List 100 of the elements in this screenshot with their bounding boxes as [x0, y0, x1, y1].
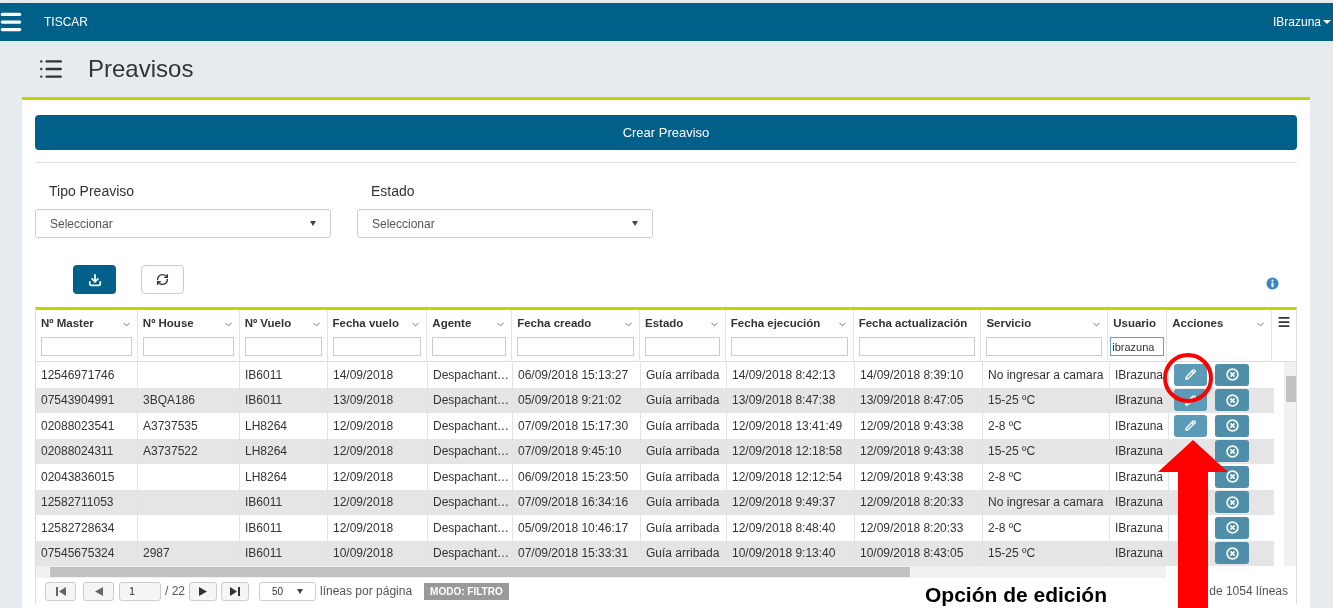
annotation-label: Opción de edición	[925, 582, 1108, 608]
table-cell-text: LH8264	[245, 417, 288, 435]
table-cell-text: 02088023541	[41, 417, 115, 435]
table-cell-text: 12/09/2018	[333, 519, 394, 537]
table-cell-text: 07543904991	[41, 392, 115, 410]
column-header[interactable]: Agente	[432, 315, 472, 333]
table-cell-text: IBrazuna	[1115, 468, 1164, 486]
filter-field[interactable]	[41, 337, 132, 356]
create-button[interactable]: Crear Preaviso	[35, 115, 1297, 150]
table-cell-text: Despachant…	[433, 417, 510, 435]
table-cell-text: 13/09/2018 8:47:38	[732, 392, 836, 410]
page-title: Preavisos	[88, 54, 194, 84]
table-cell-text: 2-8 ºC	[988, 468, 1022, 486]
download-button[interactable]	[73, 265, 116, 294]
last-page-button[interactable]	[221, 581, 249, 601]
pencil-icon	[1185, 420, 1196, 432]
table-cell-text: 2-8 ºC	[988, 519, 1022, 537]
table-cell-text: 12546971746	[41, 366, 115, 384]
filter-field[interactable]	[517, 337, 634, 356]
horizontal-scrollbar[interactable]	[36, 566, 1166, 578]
delete-button[interactable]	[1215, 440, 1249, 463]
caret-icon	[1323, 20, 1331, 24]
column-header[interactable]: Acciones	[1172, 315, 1224, 333]
table-cell-text: 12/09/2018	[333, 443, 394, 461]
edit-button[interactable]	[1174, 414, 1207, 437]
table-cell-text: 13/09/2018	[333, 392, 394, 410]
menu-icon[interactable]	[1277, 315, 1291, 329]
table-cell-text: IBrazuna	[1115, 545, 1164, 563]
table-cell-text: 10/09/2018	[333, 545, 394, 563]
table-cell-text: Despachant…	[433, 519, 510, 537]
page-count: / 22	[165, 583, 185, 600]
app-title[interactable]: TISCAR	[44, 13, 88, 31]
column-header[interactable]: Fecha ejecución	[730, 315, 821, 333]
column-header[interactable]: Servicio	[986, 315, 1032, 333]
table-cell-text: Despachant…	[433, 443, 510, 461]
info-icon[interactable]	[1264, 275, 1281, 292]
table-cell-text: IB6011	[245, 366, 283, 384]
filter-field[interactable]	[730, 337, 848, 356]
filter-field[interactable]	[645, 337, 720, 356]
column-header[interactable]: Fecha creado	[517, 315, 592, 333]
column-header[interactable]: Estado	[645, 315, 684, 333]
column-header[interactable]: Nº Master	[41, 315, 94, 333]
delete-button[interactable]	[1215, 542, 1249, 565]
filter-field[interactable]	[432, 337, 507, 356]
vertical-scrollbar[interactable]	[1284, 362, 1296, 566]
table-cell-text: Despachant…	[433, 494, 510, 512]
table-cell-text: 12/09/2018	[333, 417, 394, 435]
column-header[interactable]: Nº Vuelo	[244, 315, 292, 333]
table-cell-text: No ingresar a camara	[988, 366, 1104, 384]
column-header[interactable]: Nº House	[142, 315, 194, 333]
filter-field[interactable]: ibrazuna	[1110, 337, 1165, 356]
table-cell-text: 13/09/2018 8:47:05	[860, 392, 964, 410]
filter-field[interactable]	[142, 337, 234, 356]
delete-button[interactable]	[1215, 363, 1249, 386]
table-cell-text: IBrazuna	[1115, 417, 1164, 435]
delete-button[interactable]	[1215, 491, 1249, 514]
user-menu[interactable]: IBrazuna	[1272, 13, 1331, 31]
table-cell-text: IB6011	[245, 545, 283, 563]
column-header[interactable]: Usuario	[1113, 315, 1156, 333]
page-size-select[interactable]: 50	[259, 581, 316, 601]
table-cell-text: 07545675324	[41, 545, 115, 563]
page-field[interactable]: 1	[119, 581, 161, 601]
table-cell-text: Despachant…	[433, 366, 510, 384]
filter-field[interactable]	[332, 337, 422, 356]
table-cell-text: 12/09/2018 9:49:37	[732, 494, 836, 512]
table-cell-text: Guía arribada	[646, 366, 720, 384]
first-page-button[interactable]	[45, 581, 76, 601]
last-page-icon	[230, 586, 240, 596]
table-cell-text: IBrazuna	[1115, 443, 1164, 461]
delete-button[interactable]	[1215, 516, 1249, 539]
total-count: de 1054 líneas	[1209, 583, 1288, 600]
filter-field[interactable]	[986, 337, 1103, 356]
column-header[interactable]: Fecha actualización	[858, 315, 968, 333]
mode-label: MODO: FILTRO	[424, 582, 509, 600]
select-field[interactable]: Seleccionar	[35, 209, 331, 238]
table-cell-text: 15-25 ºC	[988, 443, 1036, 461]
close-circle-icon	[1225, 470, 1239, 484]
table-cell-text: 12/09/2018 8:48:40	[732, 519, 836, 537]
table-cell-text: Guía arribada	[646, 494, 720, 512]
table-cell-text: 3BQA186	[143, 392, 196, 410]
next-page-button[interactable]	[189, 581, 217, 601]
refresh-button[interactable]	[141, 265, 184, 294]
table-cell-text: 14/09/2018 8:42:13	[732, 366, 836, 384]
column-header[interactable]: Fecha vuelo	[332, 315, 399, 333]
filter-field[interactable]	[858, 337, 976, 356]
edit-button[interactable]	[1174, 363, 1207, 386]
filter-field[interactable]	[244, 337, 322, 356]
delete-button[interactable]	[1215, 389, 1249, 412]
table-cell-text: 10/09/2018 9:13:40	[732, 545, 836, 563]
table-cell-text: Guía arribada	[646, 519, 720, 537]
previous-page-button[interactable]	[83, 581, 114, 601]
select-field[interactable]: Seleccionar	[357, 209, 653, 238]
delete-button[interactable]	[1215, 465, 1249, 488]
table-cell-text: 12/09/2018 9:43:38	[860, 443, 964, 461]
table-cell-text: IBrazuna	[1115, 392, 1164, 410]
table-cell-text: 02088024311	[41, 443, 114, 461]
table-cell-text: 10/09/2018 8:43:05	[860, 545, 964, 563]
table-cell-text: 12/09/2018 8:20:33	[860, 494, 964, 512]
table-cell-text: 06/09/2018 15:23:50	[518, 468, 629, 486]
delete-button[interactable]	[1215, 414, 1249, 437]
